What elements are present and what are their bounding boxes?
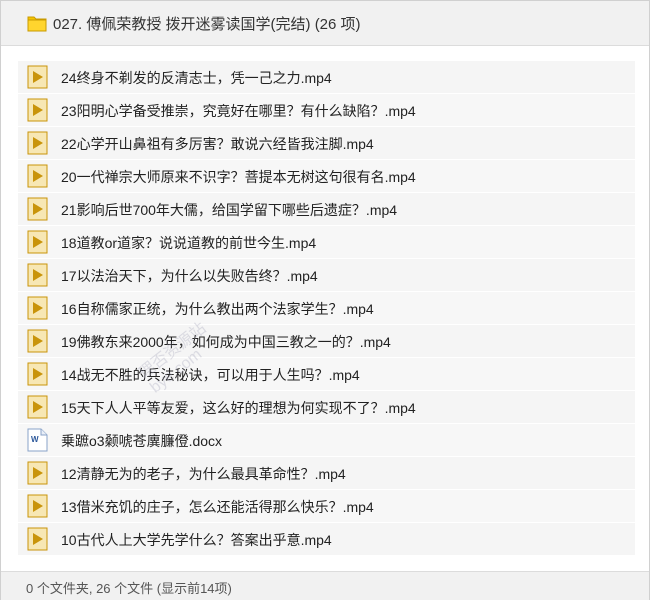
list-item[interactable]: 19佛教东来2000年，如何成为中国三教之一的？.mp4 [18, 325, 635, 358]
list-item[interactable]: W 乗蹠o3颡唬苍廙臁僜.docx [18, 424, 635, 457]
list-item[interactable]: 20一代禅宗大师原来不识字？菩提本无树这句很有名.mp4 [18, 160, 635, 193]
file-name: 15天下人人平等友爱，这么好的理想为何实现不了？.mp4 [61, 400, 416, 416]
file-name: 19佛教东来2000年，如何成为中国三教之一的？.mp4 [61, 334, 391, 350]
video-icon [27, 461, 48, 485]
file-count-summary: 0 个文件夹, 26 个文件 (显示前14项) [26, 581, 232, 596]
folder-header: 027. 傅佩荣教授 拨开迷雾读国学(完结) (26 项) [1, 1, 649, 46]
list-item[interactable]: 24终身不剃发的反清志士，凭一己之力.mp4 [18, 61, 635, 94]
file-name: 23阳明心学备受推崇，究竟好在哪里？有什么缺陷？.mp4 [61, 103, 416, 119]
video-icon [27, 197, 48, 221]
file-browser-window: 027. 傅佩荣教授 拨开迷雾读国学(完结) (26 项) 24终身不剃发的反清… [0, 0, 650, 600]
file-name: 24终身不剃发的反清志士，凭一己之力.mp4 [61, 70, 332, 86]
list-item[interactable]: 12清静无为的老子，为什么最具革命性？.mp4 [18, 457, 635, 490]
svg-text:W: W [31, 435, 39, 444]
file-list: 24终身不剃发的反清志士，凭一己之力.mp4 23阳明心学备受推崇，究竟好在哪里？… [18, 61, 635, 556]
file-name: 18道教or道家？说说道教的前世今生.mp4 [61, 235, 317, 251]
video-icon [27, 131, 48, 155]
video-icon [27, 263, 48, 287]
list-item[interactable]: 18道教or道家？说说道教的前世今生.mp4 [18, 226, 635, 259]
file-name: 22心学开山鼻祖有多厉害？敢说六经皆我注脚.mp4 [61, 136, 374, 152]
video-icon [27, 329, 48, 353]
file-name: 20一代禅宗大师原来不识字？菩提本无树这句很有名.mp4 [61, 169, 416, 185]
file-name: 17以法治天下，为什么以失败告终？.mp4 [61, 268, 318, 284]
video-icon [27, 296, 48, 320]
file-name: 16自称儒家正统，为什么教出两个法家学生？.mp4 [61, 301, 374, 317]
status-bar: 0 个文件夹, 26 个文件 (显示前14项) [1, 571, 649, 600]
list-item[interactable]: 10古代人上大学先学什么？答案出乎意.mp4 [18, 523, 635, 556]
list-item[interactable]: 21影响后世700年大儒，给国学留下哪些后遗症？.mp4 [18, 193, 635, 226]
list-item[interactable]: 22心学开山鼻祖有多厉害？敢说六经皆我注脚.mp4 [18, 127, 635, 160]
video-icon [27, 65, 48, 89]
video-icon [27, 230, 48, 254]
list-item[interactable]: 16自称儒家正统，为什么教出两个法家学生？.mp4 [18, 292, 635, 325]
folder-icon [27, 16, 47, 32]
file-name: 10古代人上大学先学什么？答案出乎意.mp4 [61, 532, 332, 548]
file-name: 21影响后世700年大儒，给国学留下哪些后遗症？.mp4 [61, 202, 398, 218]
file-name: 12清静无为的老子，为什么最具革命性？.mp4 [61, 466, 346, 482]
list-item[interactable]: 17以法治天下，为什么以失败告终？.mp4 [18, 259, 635, 292]
list-item[interactable]: 23阳明心学备受推崇，究竟好在哪里？有什么缺陷？.mp4 [18, 94, 635, 127]
video-icon [27, 527, 48, 551]
file-name: 13借米充饥的庄子，怎么还能活得那么快乐？.mp4 [61, 499, 374, 515]
word-doc-icon: W [27, 428, 48, 452]
list-item[interactable]: 14战无不胜的兵法秘诀，可以用于人生吗？.mp4 [18, 358, 635, 391]
folder-title: 027. 傅佩荣教授 拨开迷雾读国学(完结) (26 项) [53, 16, 361, 33]
list-item[interactable]: 13借米充饥的庄子，怎么还能活得那么快乐？.mp4 [18, 490, 635, 523]
video-icon [27, 494, 48, 518]
video-icon [27, 164, 48, 188]
video-icon [27, 395, 48, 419]
file-name: 乗蹠o3颡唬苍廙臁僜.docx [61, 433, 223, 449]
list-item[interactable]: 15天下人人平等友爱，这么好的理想为何实现不了？.mp4 [18, 391, 635, 424]
video-icon [27, 362, 48, 386]
file-name: 14战无不胜的兵法秘诀，可以用于人生吗？.mp4 [61, 367, 360, 383]
video-icon [27, 98, 48, 122]
